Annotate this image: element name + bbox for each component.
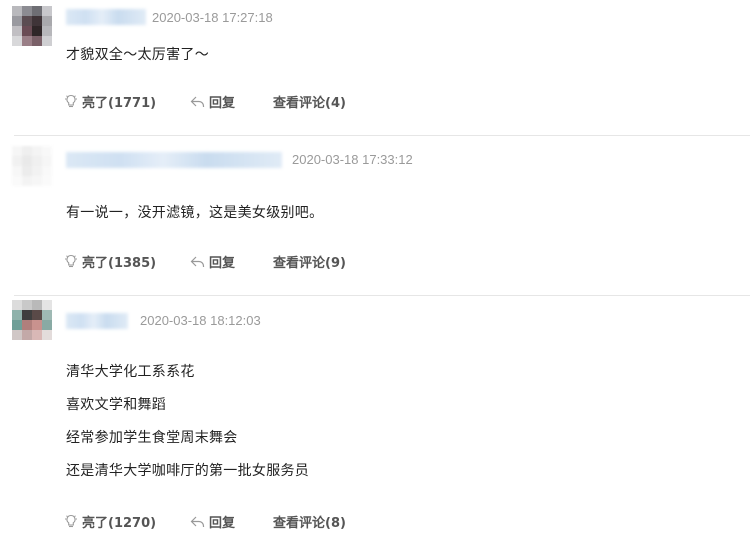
comment-timestamp: 2020-03-18 17:27:18	[152, 10, 273, 25]
lightbulb-icon	[65, 254, 77, 268]
reply-button[interactable]: 回复	[190, 92, 235, 111]
view-replies-button[interactable]: 查看评论(9)	[273, 252, 346, 271]
lightbulb-icon	[65, 94, 77, 108]
like-label: 亮了(1385)	[82, 256, 157, 271]
view-replies-label: 查看评论(8)	[273, 516, 346, 531]
like-button[interactable]: 亮了(1771)	[64, 92, 156, 111]
lightbulb-icon	[65, 514, 77, 528]
comment-text: 才貌双全～太厉害了～	[66, 47, 209, 63]
reply-label: 回复	[209, 516, 236, 531]
reply-arrow-icon	[190, 96, 205, 107]
reply-label: 回复	[209, 256, 236, 271]
comment-item: 2020-03-18 17:33:12 有一说一，没开滤镜，这是美女级别吧。 亮…	[0, 136, 750, 294]
view-replies-button[interactable]: 查看评论(4)	[273, 92, 346, 111]
username[interactable]	[66, 9, 146, 25]
reply-arrow-icon	[190, 516, 205, 527]
avatar[interactable]	[12, 6, 52, 46]
reply-arrow-icon	[190, 256, 205, 267]
view-replies-label: 查看评论(4)	[273, 96, 346, 111]
comment-text-line: 还是清华大学咖啡厅的第一批女服务员	[66, 463, 310, 479]
username[interactable]	[66, 152, 282, 168]
comment-text-line: 喜欢文学和舞蹈	[66, 397, 167, 413]
view-replies-label: 查看评论(9)	[273, 256, 346, 271]
reply-button[interactable]: 回复	[190, 512, 235, 531]
like-button[interactable]: 亮了(1270)	[64, 512, 156, 531]
comment-item: 2020-03-18 18:12:03 清华大学化工系系花 喜欢文学和舞蹈 经常…	[0, 296, 750, 541]
avatar[interactable]	[12, 146, 52, 186]
like-button[interactable]: 亮了(1385)	[64, 252, 156, 271]
reply-label: 回复	[209, 96, 236, 111]
username[interactable]	[66, 313, 128, 329]
comment-text: 有一说一，没开滤镜，这是美女级别吧。	[66, 205, 324, 221]
like-label: 亮了(1771)	[82, 96, 157, 111]
view-replies-button[interactable]: 查看评论(8)	[273, 512, 346, 531]
comment-timestamp: 2020-03-18 18:12:03	[140, 313, 261, 328]
comment-text-line: 经常参加学生食堂周末舞会	[66, 430, 238, 446]
comment-item: 2020-03-18 17:27:18 才貌双全～太厉害了～ 亮了(1771) …	[0, 0, 750, 135]
comment-text-line: 清华大学化工系系花	[66, 364, 195, 380]
comment-timestamp: 2020-03-18 17:33:12	[292, 152, 413, 167]
like-label: 亮了(1270)	[82, 516, 157, 531]
avatar[interactable]	[12, 300, 52, 340]
reply-button[interactable]: 回复	[190, 252, 235, 271]
